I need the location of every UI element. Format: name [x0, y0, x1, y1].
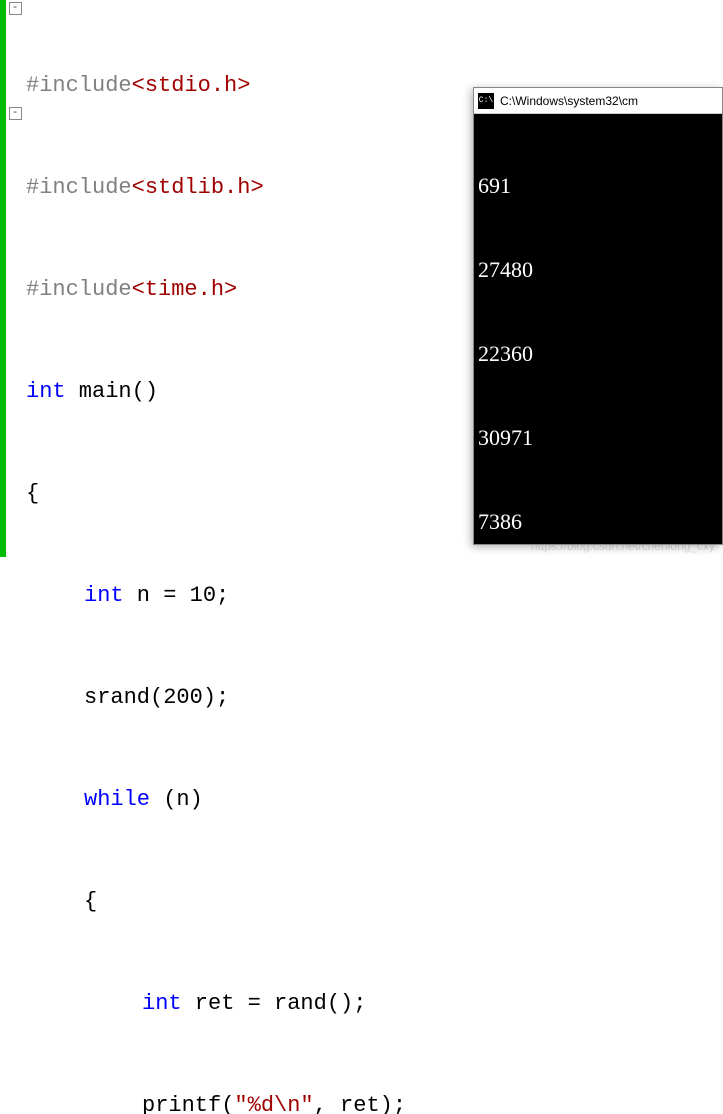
- code-text: , ret);: [314, 1093, 406, 1114]
- console-title: C:\Windows\system32\cm: [500, 94, 638, 108]
- code-text: srand(: [84, 685, 163, 710]
- code-text: );: [203, 685, 229, 710]
- output-line: 请按任意键继续.: [478, 1012, 718, 1040]
- output-line: 13414: [478, 928, 718, 956]
- console-output[interactable]: 691 27480 22360 30971 7386 10711 8263 38…: [474, 114, 722, 1098]
- fold-gutter[interactable]: - -: [6, 0, 24, 557]
- output-line: 10711: [478, 592, 718, 620]
- code-text: main(): [66, 379, 158, 404]
- include-path: <stdlib.h>: [132, 175, 264, 200]
- code-text: {: [84, 889, 97, 914]
- number-literal: 200: [163, 685, 203, 710]
- keyword: while: [84, 787, 150, 812]
- fold-toggle[interactable]: -: [9, 2, 22, 15]
- output-line: 22360: [478, 340, 718, 368]
- include-path: <stdio.h>: [132, 73, 251, 98]
- cmd-icon: C:\: [478, 93, 494, 109]
- output-line: 691: [478, 172, 718, 200]
- output-line: 7386: [478, 508, 718, 536]
- preprocessor: #include: [26, 73, 132, 98]
- include-path: <time.h>: [132, 277, 238, 302]
- console-window[interactable]: C:\ C:\Windows\system32\cm 691 27480 223…: [473, 87, 723, 545]
- keyword: int: [142, 991, 182, 1016]
- keyword: int: [84, 583, 124, 608]
- preprocessor: #include: [26, 277, 132, 302]
- preprocessor: #include: [26, 175, 132, 200]
- console-titlebar[interactable]: C:\ C:\Windows\system32\cm: [474, 88, 722, 114]
- code-text: ret = rand();: [182, 991, 367, 1016]
- string-literal: "%d\n": [234, 1093, 313, 1114]
- output-line: 8263: [478, 676, 718, 704]
- code-text: n =: [124, 583, 190, 608]
- code-text: printf(: [142, 1093, 234, 1114]
- output-line: 3200: [478, 844, 718, 872]
- output-line: 30971: [478, 424, 718, 452]
- code-text: {: [26, 481, 39, 506]
- code-text: (n): [150, 787, 203, 812]
- output-line: 3886: [478, 760, 718, 788]
- output-line: 27480: [478, 256, 718, 284]
- number-literal: 10: [190, 583, 216, 608]
- keyword: int: [26, 379, 66, 404]
- code-text: ;: [216, 583, 229, 608]
- fold-toggle[interactable]: -: [9, 107, 22, 120]
